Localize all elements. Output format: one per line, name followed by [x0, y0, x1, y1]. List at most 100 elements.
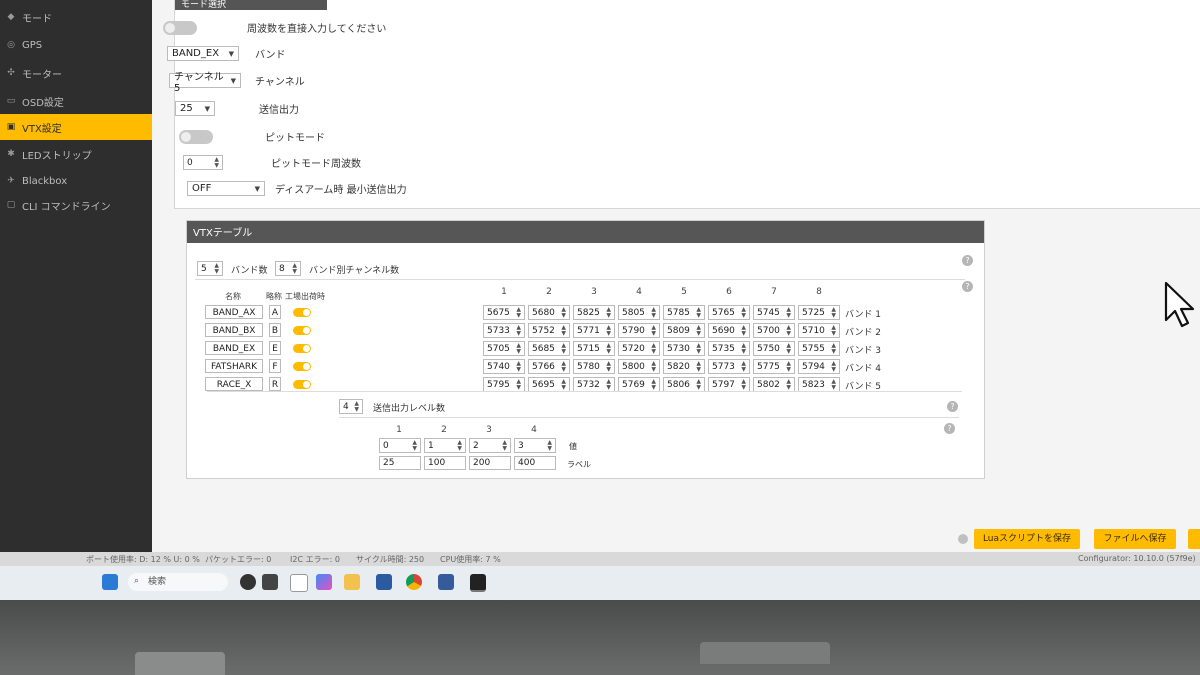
spinner-arrows-icon[interactable]: ▲ ▼ — [606, 324, 611, 337]
pit-mode-toggle[interactable] — [179, 129, 213, 144]
spinner-arrows-icon[interactable]: ▲ ▼ — [831, 378, 836, 391]
channel-count-input[interactable]: 8 ▲ ▼ — [275, 261, 301, 276]
power-label-input[interactable]: 200 — [469, 456, 511, 470]
frequency-input[interactable]: 5700 ▲ ▼ — [753, 323, 795, 338]
spinner-arrows-icon[interactable]: ▲ ▼ — [651, 342, 656, 355]
spinner-arrows-icon[interactable]: ▲ ▼ — [516, 324, 521, 337]
frequency-input[interactable]: 5725 ▲ ▼ — [798, 305, 840, 320]
band-name-input[interactable]: BAND_AX — [205, 305, 263, 319]
frequency-input[interactable]: 5802 ▲ ▼ — [753, 377, 795, 392]
frequency-input[interactable]: 5720 ▲ ▼ — [618, 341, 660, 356]
pit-freq-input[interactable]: 0 ▲ ▼ — [183, 155, 223, 170]
store-icon[interactable] — [376, 574, 392, 590]
spinner-arrows-icon[interactable]: ▲ ▼ — [516, 360, 521, 373]
spinner-arrows-icon[interactable]: ▲ ▼ — [561, 324, 566, 337]
band-letter-input[interactable]: A — [269, 305, 281, 319]
spinner-arrows-icon[interactable]: ▲ ▼ — [214, 262, 219, 275]
frequency-input[interactable]: 5766 ▲ ▼ — [528, 359, 570, 374]
sidebar-item-led[interactable]: ✱ LEDストリップ — [0, 141, 152, 167]
band-name-input[interactable]: BAND_EX — [205, 341, 263, 355]
spinner-arrows-icon[interactable]: ▲ ▼ — [651, 378, 656, 391]
frequency-input[interactable]: 5780 ▲ ▼ — [573, 359, 615, 374]
frequency-input[interactable]: 5752 ▲ ▼ — [528, 323, 570, 338]
help-icon[interactable]: ? — [962, 255, 973, 266]
spinner-arrows-icon[interactable]: ▲ ▼ — [741, 306, 746, 319]
frequency-input[interactable]: 5730 ▲ ▼ — [663, 341, 705, 356]
spinner-arrows-icon[interactable]: ▲ ▼ — [696, 306, 701, 319]
sidebar-item-blackbox[interactable]: ✈ Blackbox — [0, 168, 152, 194]
spinner-arrows-icon[interactable]: ▲ ▼ — [741, 378, 746, 391]
frequency-input[interactable]: 5775 ▲ ▼ — [753, 359, 795, 374]
copilot-icon[interactable] — [316, 574, 332, 590]
save-file-button[interactable]: ファイルへ保存 — [1094, 529, 1176, 549]
spinner-arrows-icon[interactable]: ▲ ▼ — [561, 378, 566, 391]
sidebar-item-vtx[interactable]: ▣ VTX設定 — [0, 114, 152, 140]
frequency-input[interactable]: 5705 ▲ ▼ — [483, 341, 525, 356]
chrome-icon[interactable] — [406, 574, 422, 590]
sidebar-item-motor[interactable]: ✣ モーター — [0, 60, 152, 86]
spinner-arrows-icon[interactable]: ▲ ▼ — [831, 324, 836, 337]
widgets-icon[interactable] — [240, 574, 256, 590]
frequency-input[interactable]: 5771 ▲ ▼ — [573, 323, 615, 338]
save-lua-button[interactable]: Luaスクリプトを保存 — [974, 529, 1080, 549]
app-icon[interactable] — [290, 574, 308, 592]
spinner-arrows-icon[interactable]: ▲ ▼ — [606, 306, 611, 319]
factory-toggle[interactable] — [293, 344, 311, 353]
spinner-arrows-icon[interactable]: ▲ ▼ — [741, 342, 746, 355]
frequency-input[interactable]: 5825 ▲ ▼ — [573, 305, 615, 320]
frequency-input[interactable]: 5690 ▲ ▼ — [708, 323, 750, 338]
factory-toggle[interactable] — [293, 326, 311, 335]
frequency-input[interactable]: 5769 ▲ ▼ — [618, 377, 660, 392]
direct-freq-toggle[interactable] — [163, 20, 197, 35]
band-name-input[interactable]: FATSHARK — [205, 359, 263, 373]
spinner-arrows-icon[interactable]: ▲ ▼ — [831, 360, 836, 373]
frequency-input[interactable]: 5733 ▲ ▼ — [483, 323, 525, 338]
frequency-input[interactable]: 5794 ▲ ▼ — [798, 359, 840, 374]
start-icon[interactable] — [102, 574, 118, 590]
extra-button[interactable] — [1188, 529, 1200, 549]
betaflight-icon[interactable] — [470, 574, 486, 592]
help-icon[interactable]: ? — [944, 423, 955, 434]
spinner-arrows-icon[interactable]: ▲ ▼ — [606, 378, 611, 391]
spinner-arrows-icon[interactable]: ▲ ▼ — [561, 342, 566, 355]
band-letter-input[interactable]: E — [269, 341, 281, 355]
power-value-input[interactable]: 2 ▲ ▼ — [469, 438, 511, 453]
help-icon[interactable]: ? — [962, 281, 973, 292]
spinner-arrows-icon[interactable]: ▲ ▼ — [412, 439, 417, 452]
frequency-input[interactable]: 5805 ▲ ▼ — [618, 305, 660, 320]
factory-toggle[interactable] — [293, 362, 311, 371]
spinner-arrows-icon[interactable]: ▲ ▼ — [651, 306, 656, 319]
frequency-input[interactable]: 5710 ▲ ▼ — [798, 323, 840, 338]
frequency-input[interactable]: 5675 ▲ ▼ — [483, 305, 525, 320]
frequency-input[interactable]: 5732 ▲ ▼ — [573, 377, 615, 392]
frequency-input[interactable]: 5695 ▲ ▼ — [528, 377, 570, 392]
folder-icon[interactable] — [344, 574, 360, 590]
sidebar-item-osd[interactable]: ▭ OSD設定 — [0, 88, 152, 114]
frequency-input[interactable]: 5740 ▲ ▼ — [483, 359, 525, 374]
frequency-input[interactable]: 5785 ▲ ▼ — [663, 305, 705, 320]
spinner-arrows-icon[interactable]: ▲ ▼ — [457, 439, 462, 452]
spinner-arrows-icon[interactable]: ▲ ▼ — [696, 360, 701, 373]
spinner-arrows-icon[interactable]: ▲ ▼ — [786, 342, 791, 355]
spinner-arrows-icon[interactable]: ▲ ▼ — [502, 439, 507, 452]
spinner-arrows-icon[interactable]: ▲ ▼ — [561, 360, 566, 373]
spinner-arrows-icon[interactable]: ▲ ▼ — [651, 324, 656, 337]
spinner-arrows-icon[interactable]: ▲ ▼ — [516, 342, 521, 355]
spinner-arrows-icon[interactable]: ▲ ▼ — [547, 439, 552, 452]
spinner-arrows-icon[interactable]: ▲ ▼ — [606, 360, 611, 373]
frequency-input[interactable]: 5680 ▲ ▼ — [528, 305, 570, 320]
frequency-input[interactable]: 5795 ▲ ▼ — [483, 377, 525, 392]
task-view-icon[interactable] — [262, 574, 278, 590]
power-label-input[interactable]: 25 — [379, 456, 421, 470]
band-name-input[interactable]: RACE_X — [205, 377, 263, 391]
app-icon[interactable] — [438, 574, 454, 590]
spinner-arrows-icon[interactable]: ▲ ▼ — [561, 306, 566, 319]
band-name-input[interactable]: BAND_BX — [205, 323, 263, 337]
taskbar-search[interactable]: 検索 — [128, 573, 228, 591]
disarm-power-select[interactable]: OFF ▼ — [187, 181, 265, 196]
spinner-arrows-icon[interactable]: ▲ ▼ — [292, 262, 297, 275]
frequency-input[interactable]: 5750 ▲ ▼ — [753, 341, 795, 356]
frequency-input[interactable]: 5823 ▲ ▼ — [798, 377, 840, 392]
frequency-input[interactable]: 5820 ▲ ▼ — [663, 359, 705, 374]
spinner-arrows-icon[interactable]: ▲ ▼ — [696, 324, 701, 337]
